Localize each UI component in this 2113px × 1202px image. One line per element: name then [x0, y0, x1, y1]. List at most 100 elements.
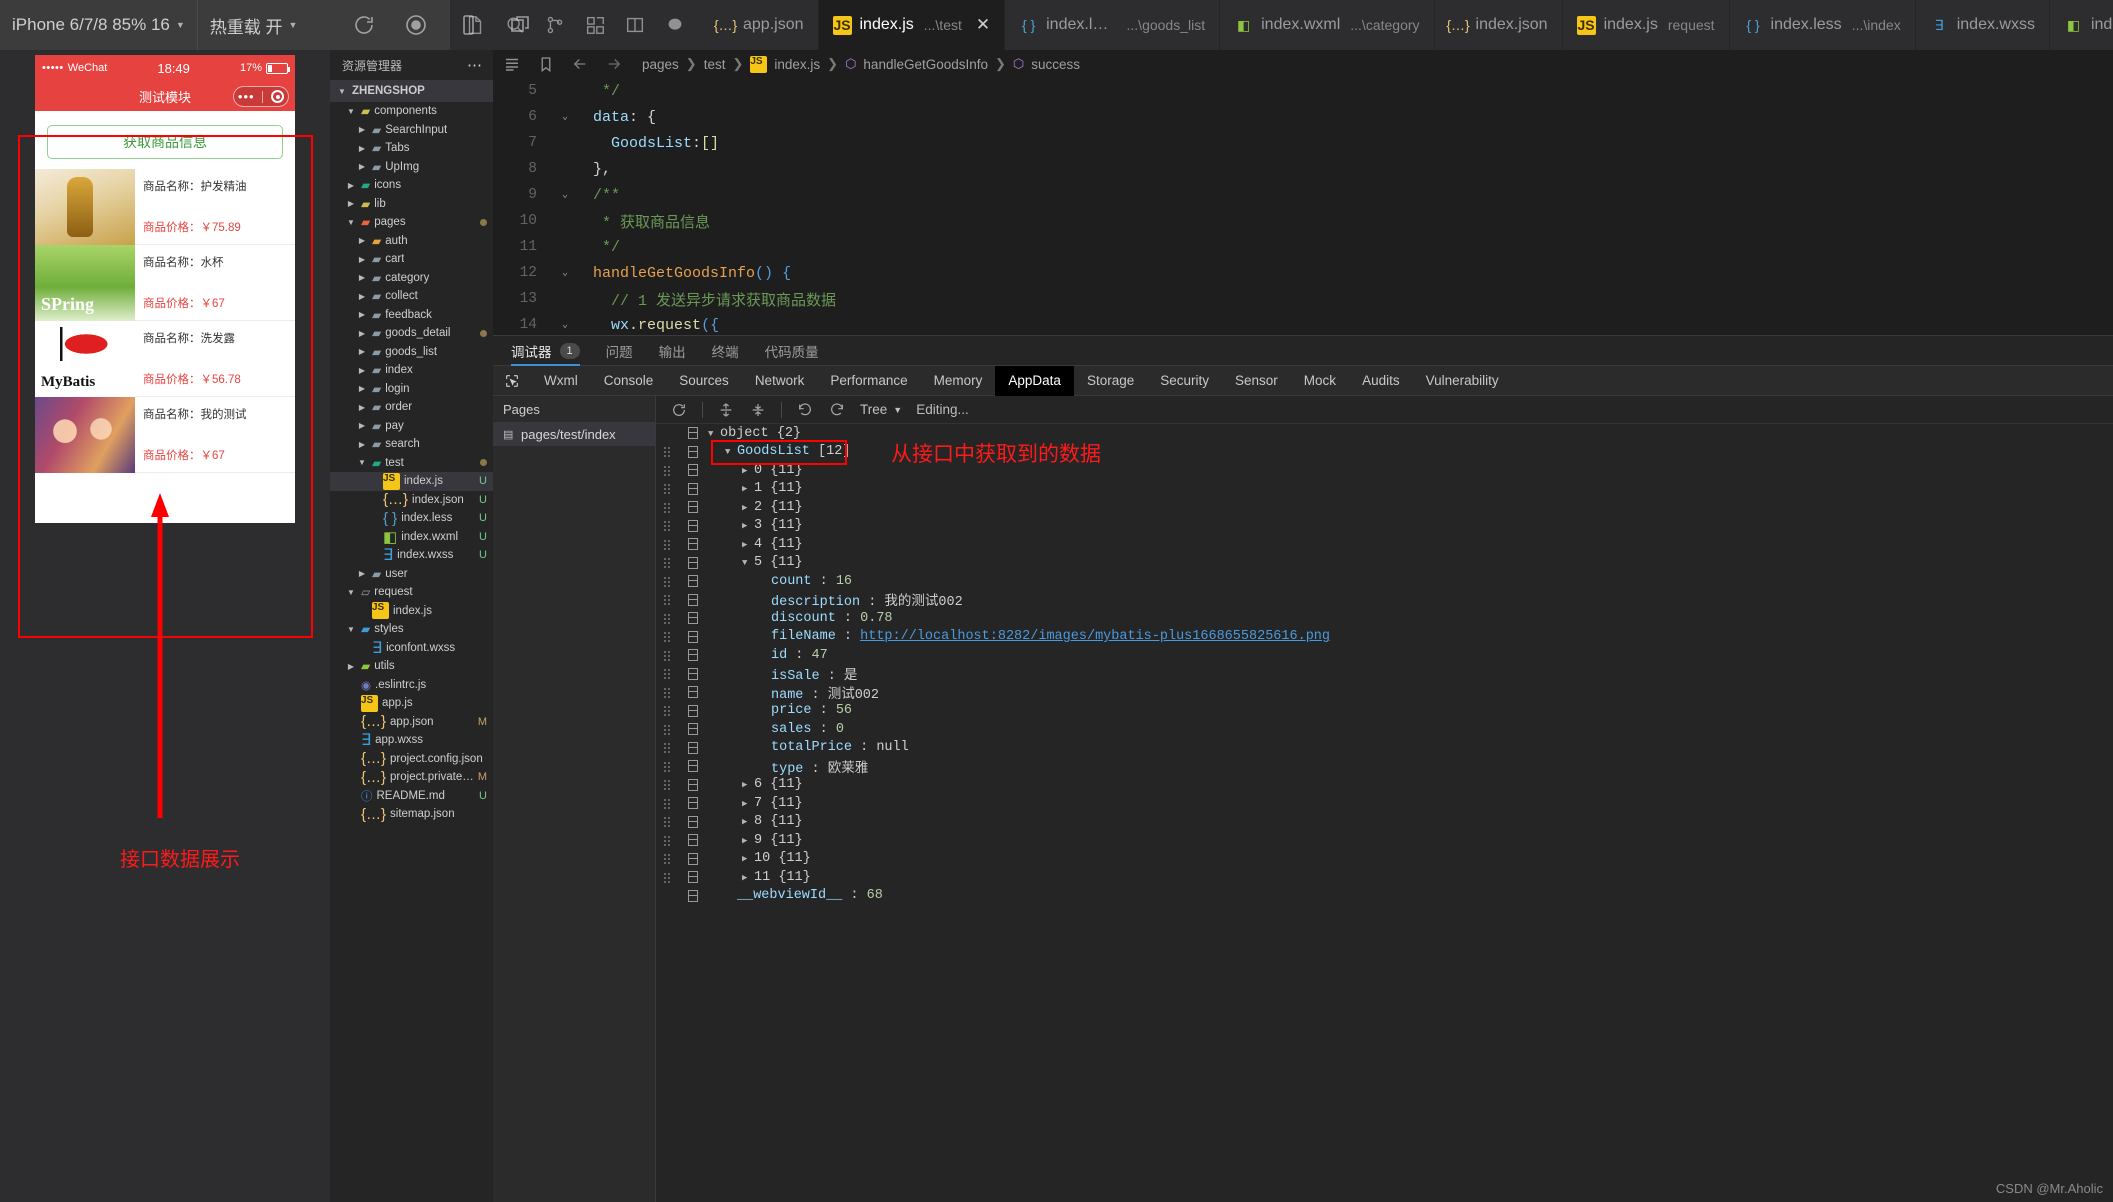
appdata-tree-row[interactable]: totalPrice : null	[656, 739, 2113, 758]
expand-box-icon[interactable]	[678, 464, 708, 477]
chevron-right-icon[interactable]: ▶	[356, 403, 368, 412]
debugger-tab-appdata[interactable]: AppData	[995, 365, 1074, 396]
bookmark-icon[interactable]	[537, 55, 555, 73]
fold-chevron-icon[interactable]: ⌄	[555, 319, 575, 331]
file-tree-item-sitemap-json[interactable]: {…} sitemap.json	[330, 805, 493, 824]
chevron-right-icon[interactable]: ▶	[356, 255, 368, 264]
explorer-icon[interactable]	[464, 14, 486, 36]
appdata-tree-row[interactable]: ▶ 1 {11}	[656, 480, 2113, 499]
appdata-tree-row[interactable]: ▶ 4 {11}	[656, 535, 2113, 554]
code-line-11[interactable]: 11 */	[493, 234, 2113, 260]
expand-box-icon[interactable]	[678, 834, 708, 847]
goods-list-item[interactable]: 商品名称：洗发露商品价格：￥56.78	[35, 321, 295, 397]
debugger-tab-memory[interactable]: Memory	[921, 366, 996, 396]
code-line-7[interactable]: 7 GoodsList:[]	[493, 130, 2113, 156]
appdata-tree-row[interactable]: count : 16	[656, 572, 2113, 591]
chevron-right-icon[interactable]: ▶	[345, 662, 357, 671]
expand-box-icon[interactable]	[678, 704, 708, 717]
appdata-tree-row[interactable]: ▶ 10 {11}	[656, 850, 2113, 869]
file-tree-item-index-wxml[interactable]: ◧ index.wxml U	[330, 528, 493, 547]
appdata-tree-row[interactable]: id : 47	[656, 646, 2113, 665]
expand-box-icon[interactable]	[678, 760, 708, 773]
chevron-down-icon[interactable]: ▼	[345, 625, 357, 634]
drag-grip-icon[interactable]	[656, 612, 678, 624]
file-tree-item-index[interactable]: ▶ ▰ index	[330, 361, 493, 380]
debugger-tab-wxml[interactable]: Wxml	[531, 366, 591, 396]
file-tree-item-lib[interactable]: ▶ ▰ lib	[330, 195, 493, 214]
expand-box-icon[interactable]	[678, 612, 708, 625]
chevron-right-icon[interactable]: ▶	[742, 540, 754, 550]
expand-box-icon[interactable]	[678, 538, 708, 551]
appdata-tree-row[interactable]: ▶ 6 {11}	[656, 776, 2113, 795]
appdata-tree-row[interactable]: ▶ 7 {11}	[656, 794, 2113, 813]
file-tree-item-components[interactable]: ▼ ▰ components	[330, 102, 493, 121]
debugger-tab-audits[interactable]: Audits	[1349, 366, 1413, 396]
panel-tab-输出[interactable]: 输出	[659, 336, 686, 366]
editor-tab-index-wxml-3[interactable]: ◧ index.wxml ...\category	[1220, 0, 1435, 50]
undo-icon[interactable]	[796, 401, 814, 419]
forward-arrow-icon[interactable]	[605, 55, 623, 73]
expand-box-icon[interactable]	[678, 797, 708, 810]
drag-grip-icon[interactable]	[656, 853, 678, 865]
file-tree-item-login[interactable]: ▶ ▰ login	[330, 380, 493, 399]
drag-grip-icon[interactable]	[656, 742, 678, 754]
phone-preview[interactable]: ••••• WeChat 18:49 17% 测试模块 ••• 获取商品信息 商…	[35, 55, 295, 523]
view-mode-selector[interactable]: Tree ▼	[860, 402, 902, 417]
file-tree-item-project-private-co---[interactable]: {…}project.private.co...M	[330, 768, 493, 787]
drag-grip-icon[interactable]	[656, 538, 678, 550]
drag-grip-icon[interactable]	[656, 779, 678, 791]
file-tree-item-collect[interactable]: ▶ ▰ collect	[330, 287, 493, 306]
chevron-down-icon[interactable]: ▼	[345, 218, 357, 227]
debugger-tab-vulnerability[interactable]: Vulnerability	[1413, 366, 1512, 396]
code-line-10[interactable]: 10 * 获取商品信息	[493, 208, 2113, 234]
drag-grip-icon[interactable]	[656, 631, 678, 643]
drag-grip-icon[interactable]	[656, 464, 678, 476]
file-tree-item-app-json[interactable]: {…} app.json M	[330, 713, 493, 732]
chevron-right-icon[interactable]: ▶	[742, 484, 754, 494]
hot-reload-selector[interactable]: 热重载 开 ▼	[196, 0, 310, 50]
expand-box-icon[interactable]	[678, 556, 708, 569]
appdata-tree-row[interactable]: ▼ object {2}	[656, 424, 2113, 443]
chevron-down-icon[interactable]: ▼	[356, 458, 368, 467]
extensions-icon[interactable]	[584, 14, 606, 36]
breadcrumb-item-pages[interactable]: pages	[642, 57, 679, 72]
file-tree-item-user[interactable]: ▶ ▰ user	[330, 565, 493, 584]
file-tree-item-SearchInput[interactable]: ▶ ▰ SearchInput	[330, 121, 493, 140]
explorer-root-row[interactable]: ▼ ZHENGSHOP	[330, 80, 493, 102]
fold-chevron-icon[interactable]: ⌄	[555, 267, 575, 279]
drag-grip-icon[interactable]	[656, 834, 678, 846]
file-tree-item-cart[interactable]: ▶ ▰ cart	[330, 250, 493, 269]
file-tree-item-search[interactable]: ▶ ▰ search	[330, 435, 493, 454]
file-tree-item-index-js[interactable]: JS index.js	[330, 602, 493, 621]
drag-grip-icon[interactable]	[656, 557, 678, 569]
expand-box-icon[interactable]	[678, 649, 708, 662]
appdata-tree-row[interactable]: discount : 0.78	[656, 609, 2113, 628]
chevron-right-icon[interactable]: ▶	[742, 521, 754, 531]
panel-tab-问题[interactable]: 问题	[606, 336, 633, 366]
file-tree-item-index-json[interactable]: {…} index.json U	[330, 491, 493, 510]
appdata-tree-row[interactable]: ▶ 3 {11}	[656, 517, 2113, 536]
search-icon[interactable]	[504, 14, 526, 36]
appdata-tree-row[interactable]: ▼ 5 {11}	[656, 554, 2113, 573]
record-icon[interactable]	[403, 12, 429, 38]
fold-chevron-icon[interactable]: ⌄	[555, 189, 575, 201]
close-icon[interactable]: ✕	[976, 15, 990, 35]
file-tree-item-request[interactable]: ▼ ▱ request	[330, 583, 493, 602]
file-tree-item-auth[interactable]: ▶ ▰ auth	[330, 232, 493, 251]
expand-box-icon[interactable]	[678, 593, 708, 606]
appdata-tree-row[interactable]: __webviewId__ : 68	[656, 887, 2113, 906]
chevron-right-icon[interactable]: ▶	[742, 836, 754, 846]
get-goods-info-button[interactable]: 获取商品信息	[47, 125, 283, 159]
chevron-down-icon[interactable]: ▼	[345, 588, 357, 597]
expand-all-icon[interactable]	[717, 401, 735, 419]
chevron-right-icon[interactable]: ▶	[742, 466, 754, 476]
editor-tab-index-less-6[interactable]: { } index.less ...\index	[1729, 0, 1916, 50]
appdata-tree-row[interactable]: description : 我的测试002	[656, 591, 2113, 610]
file-tree-item-goods_detail[interactable]: ▶ ▰ goods_detail	[330, 324, 493, 343]
debugger-tab-security[interactable]: Security	[1147, 366, 1222, 396]
file-tree-item-category[interactable]: ▶ ▰ category	[330, 269, 493, 288]
file-tree-item--eslintrc-js[interactable]: ◉ .eslintrc.js	[330, 676, 493, 695]
expand-box-icon[interactable]	[678, 519, 708, 532]
file-tree-item-goods_list[interactable]: ▶ ▰ goods_list	[330, 343, 493, 362]
appdata-tree-row[interactable]: name : 测试002	[656, 683, 2113, 703]
